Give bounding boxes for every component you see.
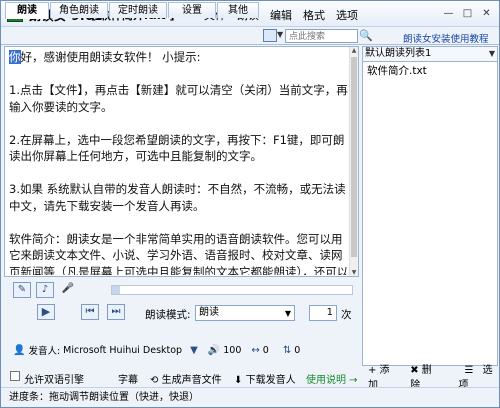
repeat-count-input[interactable]: 1 bbox=[309, 305, 337, 321]
chevron-down-icon[interactable]: ▼ bbox=[489, 47, 495, 61]
generate-audio-button[interactable]: ⟲ 生成声音文件 bbox=[150, 371, 222, 386]
editor-paragraph: 你好，感谢使用朗读女软件！ 小提示: bbox=[9, 50, 201, 64]
editor-paragraph: 软件简介：朗读女是一个非常简单实用的语音朗读软件。您可以用它来朗读文本文件、小说… bbox=[9, 231, 349, 276]
dual-engine-checkbox[interactable] bbox=[10, 371, 20, 381]
repeat-count-label: 次 bbox=[341, 309, 352, 321]
editor-scrollbar[interactable]: ▲ ▼ bbox=[349, 47, 358, 276]
menu-options[interactable]: 选项 bbox=[333, 7, 361, 23]
tab-settings[interactable]: 设置 bbox=[168, 2, 216, 18]
play-button[interactable]: ▶ bbox=[37, 304, 55, 320]
download-icon: ⬇ bbox=[234, 375, 243, 386]
options-icon: ☰ bbox=[464, 365, 474, 376]
subtitles-button[interactable]: 字幕 bbox=[118, 371, 138, 386]
minimize-icon[interactable]: — bbox=[440, 6, 457, 21]
search-icon[interactable]: 🔍 bbox=[359, 29, 373, 43]
playlist-item[interactable]: 软件简介.txt bbox=[365, 64, 495, 78]
editor-paragraph: 2.在屏幕上，选中一段您希望朗读的文字，再按下：F1键，即可朗读出你屏幕上任何地… bbox=[9, 132, 345, 164]
progress-knob[interactable] bbox=[112, 286, 120, 294]
download-voice-button[interactable]: ⬇ 下载发音人 bbox=[234, 371, 296, 386]
close-icon[interactable]: ✕ bbox=[478, 6, 495, 21]
chevron-down-icon[interactable]: ▼ bbox=[277, 30, 283, 39]
usage-guide-link[interactable]: 使用说明 → bbox=[306, 371, 358, 386]
scroll-thumb[interactable] bbox=[351, 57, 357, 257]
next-button[interactable]: ⏭ bbox=[107, 304, 125, 320]
playlist-select[interactable]: 默认朗读列表1 ▼ bbox=[363, 47, 497, 62]
menu-edit[interactable]: 编辑 bbox=[267, 7, 295, 23]
microphone-icon[interactable]: 🎤 bbox=[59, 282, 77, 298]
tab-read[interactable]: 朗读 bbox=[5, 2, 49, 19]
maximize-icon[interactable]: □ bbox=[459, 6, 476, 21]
bottom-toolbar: 允许双语引擎 字幕 ⟲ 生成声音文件 ⬇ 下载发音人 使用说明 → bbox=[4, 369, 360, 386]
text-mode-icon[interactable]: ✎ bbox=[13, 282, 31, 298]
pitch-icon[interactable]: ⇅ bbox=[283, 345, 291, 356]
tab-other[interactable]: 其他 bbox=[217, 2, 259, 18]
rate-value[interactable]: 0 bbox=[263, 345, 269, 356]
text-cursor: 你 bbox=[9, 50, 21, 64]
help-tutorial-link[interactable]: 朗读女安装使用教程 bbox=[403, 31, 489, 45]
text-editor[interactable]: 你好，感谢使用朗读女软件！ 小提示: 1.点击【文件】，再点击【新建】就可以清空… bbox=[4, 46, 359, 277]
search-input[interactable] bbox=[285, 29, 358, 43]
pitch-value[interactable]: 0 bbox=[294, 345, 300, 356]
playlist-panel: 默认朗读列表1 ▼ 软件简介.txt bbox=[362, 46, 498, 366]
voice-select[interactable]: Microsoft Huihui Desktop bbox=[63, 345, 182, 356]
tab-role-read[interactable]: 角色朗读 bbox=[50, 2, 108, 18]
editor-paragraph: 1.点击【文件】，再点击【新建】就可以清空（关闭）当前文字，再输入你要读的文字。 bbox=[9, 83, 348, 114]
status-bar: 进度条：拖动调节朗读位置（快进，快退） bbox=[1, 387, 499, 407]
volume-icon[interactable]: 🔊 bbox=[208, 345, 220, 356]
playlist-actions: + 添加 ✖ 删除 ☰ 选项 bbox=[362, 365, 498, 391]
search-scope-icon[interactable] bbox=[263, 29, 277, 42]
app-window: 朗读女 9.01 [ 软件简介.txt ] 文件 朗读 编辑 格式 选项 — □… bbox=[0, 0, 500, 408]
music-note-icon[interactable]: ♪ bbox=[36, 282, 54, 298]
voice-label: 发音人: bbox=[28, 346, 61, 357]
chevron-down-icon[interactable]: ▼ bbox=[190, 345, 198, 356]
speaker-person-icon: 👤 bbox=[13, 344, 26, 356]
scroll-up-icon[interactable]: ▲ bbox=[350, 47, 358, 54]
scroll-down-icon[interactable]: ▼ bbox=[350, 269, 358, 276]
refresh-icon: ⟲ bbox=[150, 375, 159, 386]
read-mode-label: 朗读模式: bbox=[145, 309, 191, 321]
volume-value[interactable]: 100 bbox=[223, 345, 241, 356]
menu-format[interactable]: 格式 bbox=[300, 7, 328, 23]
dual-engine-label[interactable]: 允许双语引擎 bbox=[24, 371, 84, 386]
editor-paragraph: 3.如果 系统默认自带的发音人朗读时：不自然，不流畅，或无法读中文，请先下载安装… bbox=[9, 182, 346, 213]
rate-icon[interactable]: ↔ bbox=[251, 345, 259, 356]
tab-timed-read[interactable]: 定时朗读 bbox=[109, 2, 167, 18]
editor-content[interactable]: 你好，感谢使用朗读女软件！ 小提示: 1.点击【文件】，再点击【新建】就可以清空… bbox=[9, 49, 349, 275]
voice-row: 👤 发音人: Microsoft Huihui Desktop ▼ 🔊 100 … bbox=[13, 343, 308, 358]
previous-button[interactable]: ⏮ bbox=[81, 304, 99, 320]
read-mode-select[interactable]: 朗读 ▼ bbox=[195, 305, 295, 321]
progress-slider[interactable] bbox=[111, 285, 353, 295]
chevron-down-icon[interactable]: ▼ bbox=[285, 307, 291, 321]
window-buttons: — □ ✕ bbox=[440, 6, 495, 21]
